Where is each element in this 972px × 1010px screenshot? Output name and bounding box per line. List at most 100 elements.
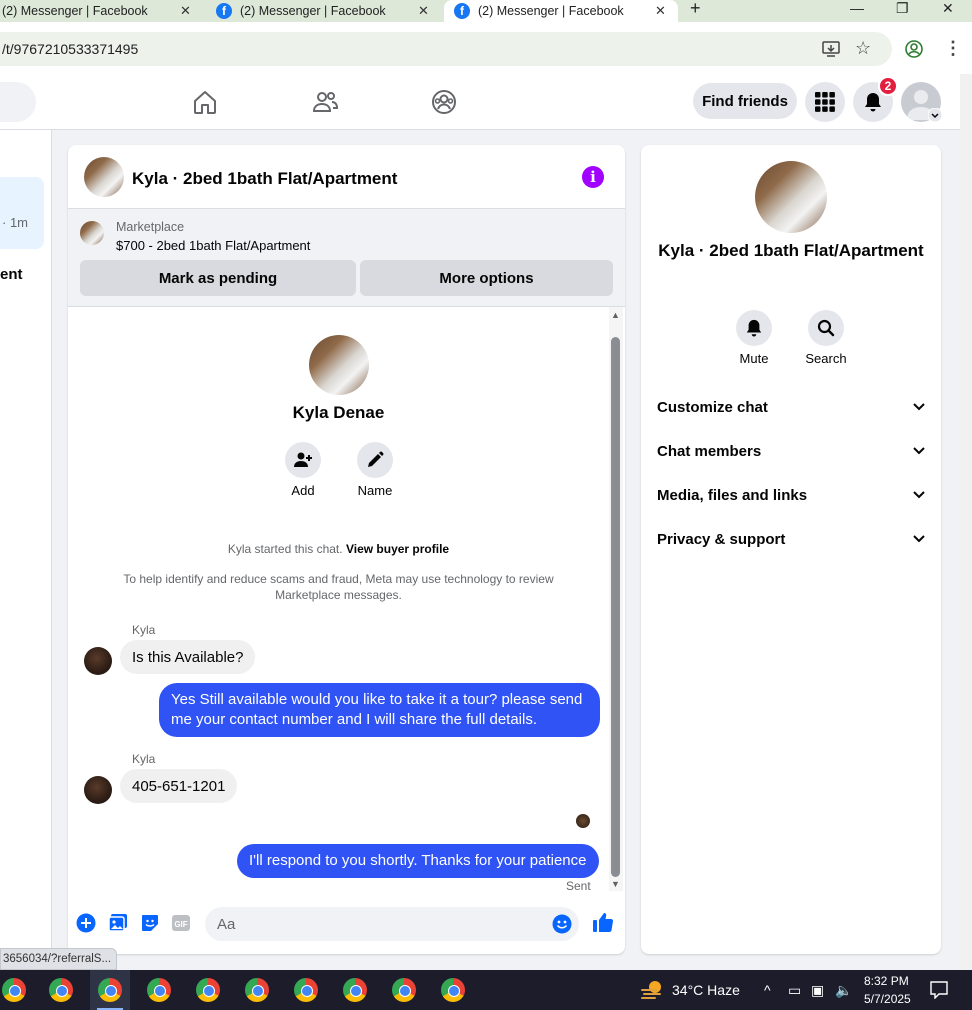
bell-icon (746, 319, 762, 337)
listing-thumbnail[interactable] (84, 157, 124, 197)
chrome-taskbar-icon[interactable] (147, 978, 171, 1002)
svg-text:GIF: GIF (174, 920, 187, 929)
media-files-links-section[interactable]: Media, files and links (657, 477, 925, 513)
chevron-down-icon (913, 403, 925, 411)
thumbs-up-icon[interactable] (592, 911, 614, 933)
mark-as-pending-button[interactable]: Mark as pending (80, 260, 356, 296)
scam-warning-note: To help identify and reduce scams and fr… (123, 572, 554, 602)
started-text: Kyla started this chat. (227, 542, 343, 556)
notifications-center-icon[interactable] (930, 981, 948, 999)
emoji-icon[interactable] (552, 914, 572, 934)
message-input[interactable]: Aa (205, 907, 579, 941)
url-text: /t/9767210533371495 (2, 41, 139, 57)
network-icon[interactable]: ▣ (811, 982, 824, 999)
scroll-up-arrow-icon[interactable]: ▲ (611, 310, 620, 320)
clock-time[interactable]: 8:32 PM (864, 974, 909, 988)
customize-chat-section[interactable]: Customize chat (657, 389, 925, 425)
name-button[interactable] (357, 442, 393, 478)
windows-taskbar: 34°C Haze ^ ▭ ▣ 🔈 8:32 PM 5/7/2025 (0, 970, 972, 1010)
info-icon[interactable]: i (582, 166, 604, 188)
sender-avatar[interactable] (84, 647, 112, 675)
message-placeholder: Aa (217, 916, 236, 933)
plus-circle-icon[interactable] (76, 913, 96, 933)
chat-members-section[interactable]: Chat members (657, 433, 925, 469)
sender-avatar[interactable] (84, 776, 112, 804)
chrome-taskbar-icon[interactable] (196, 978, 220, 1002)
grid-menu-icon (815, 92, 835, 112)
status-bar-link-preview: 3656034/?referralS... (0, 948, 117, 970)
kebab-menu-icon[interactable]: ⋮ (944, 38, 962, 59)
add-person-icon (294, 452, 312, 467)
chrome-taskbar-icon[interactable] (2, 978, 26, 1002)
sticker-icon[interactable] (140, 913, 160, 933)
search-icon (817, 319, 835, 337)
chrome-taskbar-icon[interactable] (49, 978, 73, 1002)
contact-name: Kyla Denae (292, 403, 385, 422)
chrome-taskbar-icon[interactable] (294, 978, 318, 1002)
conversation-item-selected[interactable] (0, 177, 44, 249)
browser-tab-2[interactable]: f (2) Messenger | Facebook ✕ (206, 0, 442, 22)
page-scrollbar[interactable] (960, 74, 972, 970)
chrome-taskbar-icon[interactable] (441, 978, 465, 1002)
more-options-button[interactable]: More options (360, 260, 613, 296)
install-app-icon[interactable] (822, 41, 840, 57)
chevron-down-icon[interactable] (928, 108, 942, 122)
search-label: Search (805, 351, 847, 366)
facebook-top-nav: Find friends 2 (0, 74, 960, 130)
chat-panel: Kyla · 2bed 1bath Flat/Apartment i Marke… (68, 145, 625, 954)
browser-tab-1[interactable]: (2) Messenger | Facebook ✕ (0, 0, 200, 22)
tab-title: (2) Messenger | Facebook (240, 4, 386, 18)
marketplace-listing-banner: Marketplace $700 - 2bed 1bath Flat/Apart… (68, 209, 625, 307)
friends-icon[interactable] (311, 88, 339, 116)
minimize-icon[interactable]: — (850, 0, 864, 16)
section-label: Chat members (657, 442, 762, 460)
find-friends-button[interactable]: Find friends (693, 83, 797, 119)
sender-name: Kyla (132, 623, 156, 637)
chat-scrollbar-thumb[interactable] (611, 337, 620, 877)
chat-title[interactable]: Kyla · 2bed 1bath Flat/Apartment (132, 169, 397, 189)
mute-button[interactable] (736, 310, 772, 346)
message-composer: GIF Aa (68, 902, 625, 954)
incoming-message[interactable]: Is this Available? (120, 640, 256, 674)
close-icon[interactable]: ✕ (655, 3, 666, 19)
url-field[interactable]: /t/9767210533371495 ☆ (0, 32, 892, 66)
listing-title[interactable]: $700 - 2bed 1bath Flat/Apartment (116, 238, 310, 253)
view-buyer-profile-link[interactable]: View buyer profile (346, 542, 449, 556)
outgoing-message[interactable]: Yes Still available would you like to ta… (159, 683, 600, 737)
close-icon[interactable]: ✕ (180, 3, 191, 19)
name-label: Name (357, 483, 393, 498)
chrome-taskbar-icon[interactable] (392, 978, 416, 1002)
browser-tab-3-active[interactable]: f (2) Messenger | Facebook ✕ (444, 0, 678, 22)
photo-icon[interactable] (108, 913, 128, 933)
conversation-item-text[interactable]: ent (0, 266, 23, 283)
incoming-message[interactable]: 405-651-1201 (120, 769, 238, 803)
chrome-taskbar-icon[interactable] (98, 978, 122, 1002)
bookmark-star-icon[interactable]: ☆ (855, 38, 871, 59)
scroll-down-arrow-icon[interactable]: ▼ (611, 879, 620, 889)
clock-date[interactable]: 5/7/2025 (864, 992, 911, 1006)
volume-icon[interactable]: 🔈 (835, 982, 852, 999)
weather-text[interactable]: 34°C Haze (672, 982, 740, 998)
conversation-time: · 1m (2, 215, 28, 230)
gif-icon[interactable]: GIF (171, 913, 191, 933)
groups-icon[interactable] (430, 88, 458, 116)
profile-icon[interactable] (905, 40, 923, 58)
meet-now-icon[interactable]: ▭ (788, 982, 801, 999)
new-tab-button[interactable]: + (690, 0, 701, 19)
chrome-taskbar-icon[interactable] (245, 978, 269, 1002)
privacy-support-section[interactable]: Privacy & support (657, 521, 925, 557)
window-close-icon[interactable]: ✕ (942, 0, 954, 17)
chat-info-avatar[interactable] (755, 161, 827, 233)
home-icon[interactable] (191, 88, 219, 116)
close-icon[interactable]: ✕ (418, 3, 429, 19)
restore-icon[interactable]: ❐ (896, 0, 909, 17)
add-button[interactable] (285, 442, 321, 478)
menu-button[interactable] (805, 82, 845, 122)
search-box[interactable] (0, 82, 36, 122)
chevron-up-icon[interactable]: ^ (764, 982, 771, 998)
search-button[interactable] (808, 310, 844, 346)
chrome-taskbar-icon[interactable] (343, 978, 367, 1002)
listing-thumbnail-small[interactable] (80, 221, 104, 245)
contact-avatar[interactable] (309, 335, 369, 395)
outgoing-message[interactable]: I'll respond to you shortly. Thanks for … (237, 844, 599, 878)
